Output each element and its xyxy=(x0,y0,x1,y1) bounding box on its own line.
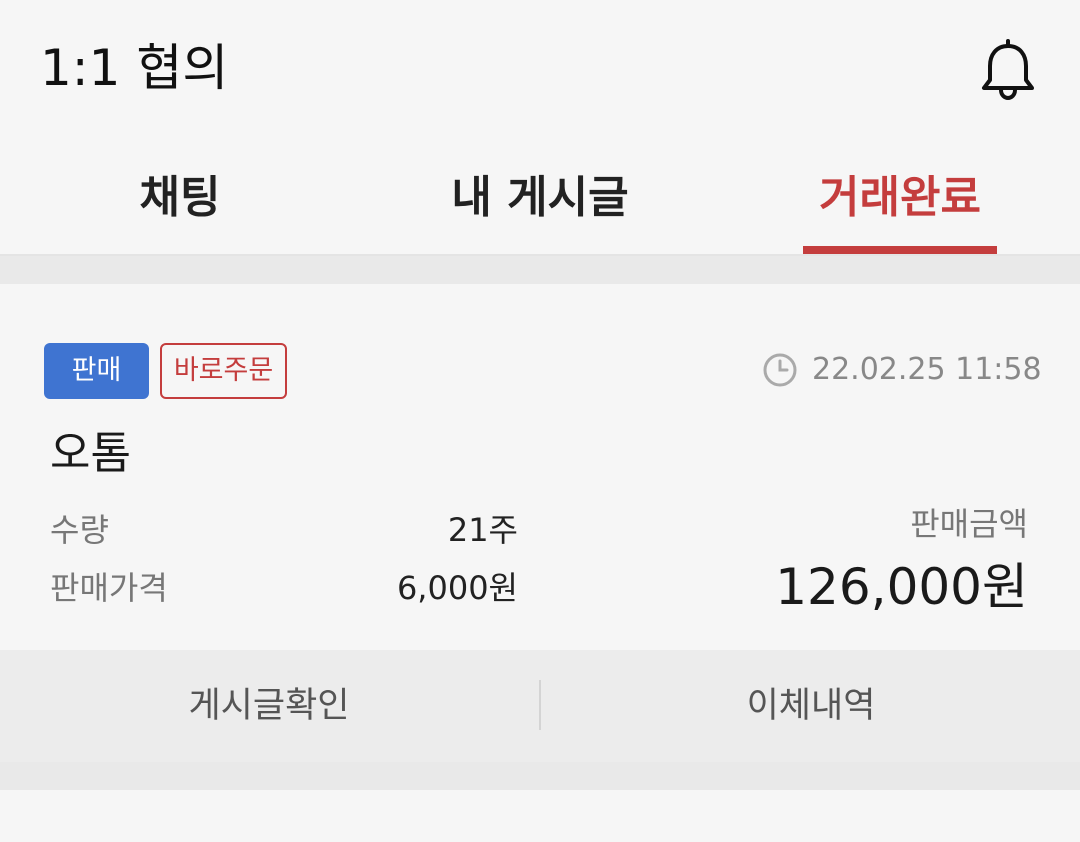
page-title: 1:1 협의 xyxy=(40,39,229,97)
price-label: 판매가격 xyxy=(50,569,168,607)
card-actions: 게시글확인 이체내역 xyxy=(0,650,1080,762)
quantity-label: 수량 xyxy=(50,511,109,549)
section-divider xyxy=(0,762,1080,790)
amount-label: 판매금액 xyxy=(910,505,1028,543)
tab-chat[interactable]: 채팅 xyxy=(60,168,300,228)
action-divider xyxy=(539,680,541,730)
tab-my-posts[interactable]: 내 게시글 xyxy=(400,168,680,228)
trade-card: 판매 바로주문 22.02.25 11:58 오톰 수량 21주 판매가격 6,… xyxy=(0,284,1080,650)
view-post-button[interactable]: 게시글확인 xyxy=(0,676,538,736)
price-value: 6,000원 xyxy=(396,569,518,607)
trade-type-badge: 판매 xyxy=(44,343,149,399)
bell-icon[interactable] xyxy=(976,38,1040,102)
section-divider xyxy=(0,256,1080,284)
active-tab-indicator xyxy=(803,246,997,254)
next-card-area xyxy=(0,790,1080,842)
trade-datetime: 22.02.25 11:58 xyxy=(812,352,1042,387)
tab-bar: 채팅 내 게시글 거래완료 xyxy=(0,140,1080,256)
app-header: 1:1 협의 xyxy=(0,0,1080,140)
tab-completed[interactable]: 거래완료 xyxy=(790,168,1010,228)
clock-icon xyxy=(762,352,798,388)
amount-value: 126,000원 xyxy=(775,558,1028,616)
quantity-value: 21주 xyxy=(447,511,518,549)
transfer-history-button[interactable]: 이체내역 xyxy=(542,676,1080,736)
order-method-badge: 바로주문 xyxy=(160,343,287,399)
stock-name: 오톰 xyxy=(50,428,131,479)
